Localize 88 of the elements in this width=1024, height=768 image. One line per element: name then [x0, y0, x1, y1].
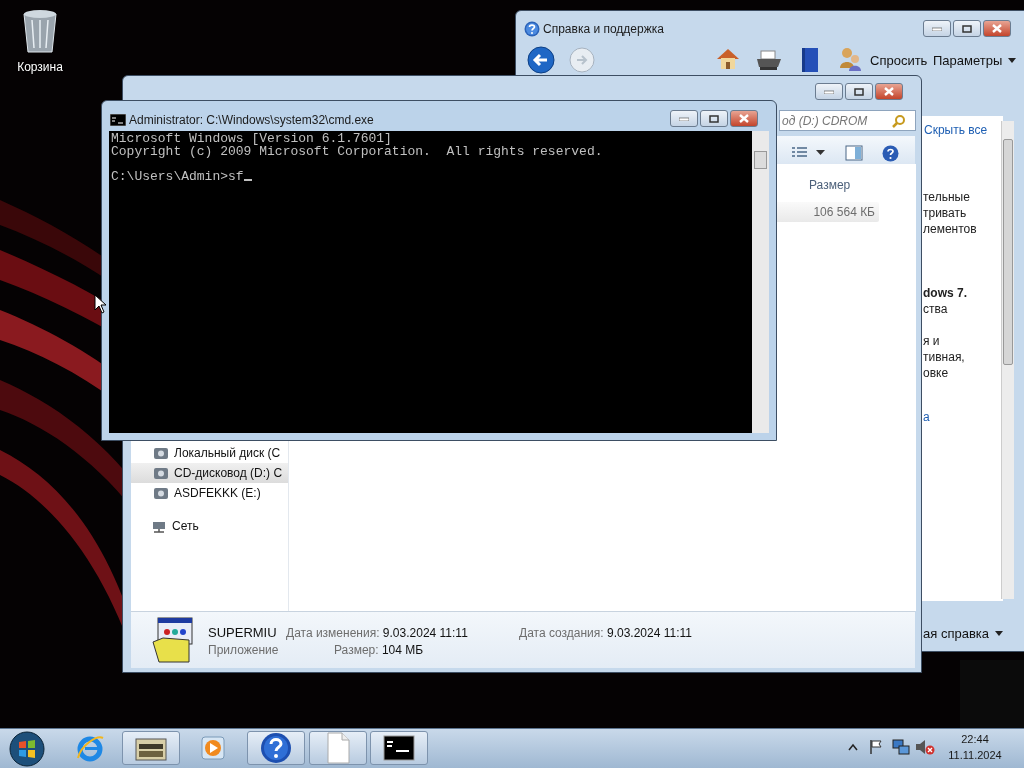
detail-field: Размер: 104 МБ	[334, 641, 424, 659]
maximize-button[interactable]	[845, 83, 873, 100]
column-header[interactable]: Размер	[809, 176, 851, 194]
minimize-icon	[824, 89, 834, 94]
minimize-button[interactable]	[923, 20, 951, 37]
caret-icon[interactable]	[816, 150, 825, 155]
installer-icon	[149, 616, 195, 664]
nav-item[interactable]: Локальный диск (C	[131, 443, 288, 463]
nav-label: ASDFEKKK (E:)	[174, 485, 261, 502]
ask-button[interactable]: Спросить	[870, 51, 928, 71]
caret-icon	[995, 631, 1003, 637]
printer-icon[interactable]	[756, 49, 782, 71]
minimize-icon	[932, 26, 942, 31]
help-menu[interactable]: ая справка	[923, 624, 1003, 644]
clock-time[interactable]: 22:44	[944, 731, 1006, 747]
close-button[interactable]	[875, 83, 903, 100]
maximize-button[interactable]	[700, 110, 728, 127]
scrollbar[interactable]	[752, 131, 769, 433]
minimize-button[interactable]	[815, 83, 843, 100]
options-menu[interactable]: Параметры	[933, 51, 1017, 71]
help-text: лементов	[923, 221, 977, 237]
console-text: Microsoft Windows [Version 6.1.7601]	[111, 133, 392, 146]
help-text: я и	[923, 333, 940, 349]
close-button[interactable]	[983, 20, 1011, 37]
hide-all-link[interactable]: Скрыть все	[924, 121, 988, 139]
nav-label: Локальный диск (C	[174, 445, 281, 462]
caret-icon	[1008, 58, 1017, 64]
console-prompt: C:\Users\Admin>sf	[111, 170, 244, 183]
home-icon[interactable]	[715, 47, 741, 71]
help-text: dows 7.	[923, 285, 967, 301]
network-icon[interactable]	[892, 738, 910, 756]
scrollbar[interactable]	[1001, 121, 1014, 599]
chevron-up-icon[interactable]	[848, 743, 858, 751]
file-name: SUPERMIU	[208, 624, 277, 642]
document-icon	[325, 732, 351, 764]
text-cursor	[243, 179, 252, 181]
taskbar-button[interactable]	[122, 731, 180, 765]
close-button[interactable]	[730, 110, 758, 127]
mouse-cursor-icon	[94, 294, 106, 314]
help-link[interactable]: а	[923, 409, 930, 425]
taskbar-button[interactable]	[370, 731, 428, 765]
close-icon	[884, 87, 894, 96]
clock-date[interactable]: 11.11.2024	[944, 747, 1006, 763]
window-title: Administrator: C:\Windows\system32\cmd.exe	[129, 112, 374, 129]
search-icon[interactable]	[892, 113, 906, 128]
drive-icon	[153, 486, 169, 500]
console-text: Copyright (c) 2009 Microsoft Corporation. All rights reserved.	[111, 145, 603, 158]
nav-label: CD-дисковод (D:) C	[174, 465, 283, 482]
drive-icon	[153, 466, 169, 480]
help-text: тривать	[923, 205, 967, 221]
flag-icon[interactable]	[868, 739, 884, 755]
close-icon	[739, 114, 749, 123]
console-icon	[383, 735, 415, 761]
help-text: тельные	[923, 189, 970, 205]
help-text: овке	[923, 365, 949, 381]
nav-item[interactable]: ASDFEKKK (E:)	[131, 483, 288, 503]
help-text: ства	[923, 301, 948, 317]
maximize-icon	[962, 24, 972, 33]
maximize-icon	[709, 114, 719, 123]
maximize-button[interactable]	[953, 20, 981, 37]
taskbar-button[interactable]	[247, 731, 305, 765]
minimize-button[interactable]	[670, 110, 698, 127]
book-icon[interactable]	[800, 47, 820, 73]
network-icon	[151, 519, 167, 533]
volume-muted-icon[interactable]	[915, 738, 935, 756]
start-button[interactable]	[9, 731, 45, 767]
nav-item[interactable]: Сеть	[172, 517, 199, 535]
nav-item[interactable]: CD-дисковод (D:) C	[131, 463, 288, 483]
minimize-icon	[679, 116, 689, 121]
help-icon[interactable]	[882, 145, 899, 162]
detail-field: Дата создания: 9.03.2024 11:11	[519, 624, 692, 642]
help-icon	[260, 732, 292, 764]
window-title: Справка и поддержка	[543, 21, 664, 38]
file-type: Приложение	[208, 642, 279, 659]
browser-icon	[75, 733, 105, 763]
search-field[interactable]: од (D:) CDROM	[779, 110, 916, 131]
drive-icon	[153, 446, 169, 460]
help-icon	[524, 21, 540, 37]
media-player-icon	[199, 734, 227, 762]
folder-icon	[135, 735, 167, 761]
desktop-icon-label[interactable]: Корзина	[8, 58, 72, 76]
detail-field: Дата изменения: 9.03.2024 11:11	[286, 624, 468, 642]
close-icon	[992, 24, 1002, 33]
maximize-icon	[854, 87, 864, 96]
console-icon	[110, 114, 126, 126]
view-icon[interactable]	[791, 146, 809, 160]
help-text: тивная,	[923, 349, 965, 365]
people-icon[interactable]	[838, 46, 862, 72]
